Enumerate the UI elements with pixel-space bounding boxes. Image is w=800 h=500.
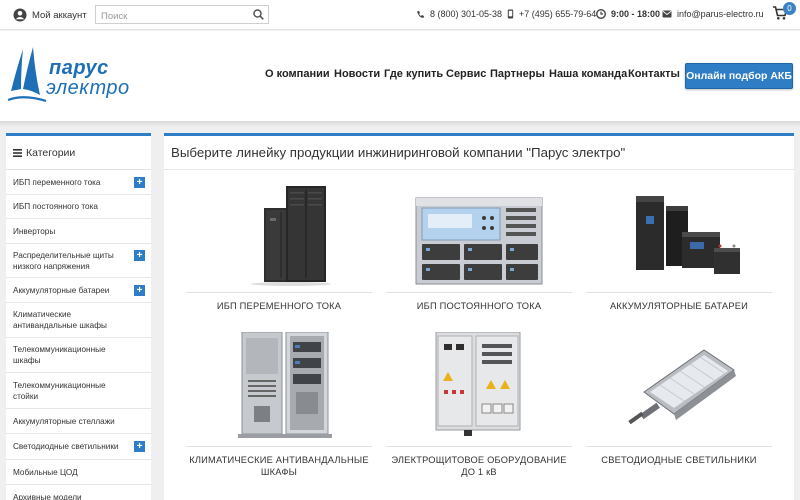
title-divider [164, 169, 794, 170]
tile-divider [586, 292, 772, 293]
clock-icon [596, 9, 606, 19]
nav-where-to-buy[interactable]: Где купить [384, 68, 443, 80]
mobile-phone-icon [507, 9, 514, 19]
sidebar-item-battery-racks[interactable]: Аккумуляторные стеллажи [6, 409, 151, 434]
phone-2[interactable]: +7 (495) 655-79-64 [507, 9, 596, 19]
tile-divider [386, 292, 572, 293]
climate-cabinet-image [238, 332, 332, 438]
nav-about[interactable]: О компании [265, 68, 330, 80]
nav-our-team[interactable]: Наша команда [549, 68, 627, 80]
sidebar-item-switchboards[interactable]: Распределительные щиты низкого напряжени… [6, 244, 151, 278]
ac-ups-cabinet-image [251, 186, 331, 286]
expand-plus-icon[interactable]: + [134, 250, 145, 261]
expand-plus-icon[interactable]: + [134, 176, 145, 188]
top-bar: Мой аккаунт 8 (800) 301-05-38 +7 (495) 6… [0, 0, 800, 30]
cart-button[interactable]: 0 [772, 2, 796, 26]
sidebar-item-batteries[interactable]: Аккумуляторные батареи + [6, 278, 151, 303]
menu-icon [13, 148, 22, 157]
sidebar-item-dc-ups[interactable]: ИБП постоянного тока [6, 195, 151, 219]
tile-divider [586, 446, 772, 447]
email-link[interactable]: info@parus-electro.ru [662, 9, 764, 19]
page-title: Выберите линейку продукции инжинирингово… [171, 145, 626, 160]
search-input[interactable] [96, 8, 246, 25]
product-tile-batteries[interactable]: АККУМУЛЯТОРНЫЕ БАТАРЕИ [586, 178, 772, 318]
batteries-image [636, 196, 740, 274]
mail-icon [662, 10, 672, 18]
main-nav: О компании Новости Где купить Сервис Пар… [0, 68, 800, 84]
sidebar-item-telecom-cabinets[interactable]: Телекоммуникационные шкафы [6, 338, 151, 373]
search-icon[interactable] [253, 9, 264, 20]
tile-divider [186, 292, 372, 293]
sidebar-item-telecom-racks[interactable]: Телекоммуникационные стойки [6, 373, 151, 409]
product-label: ИБП ПЕРЕМЕННОГО ТОКА [216, 301, 342, 311]
phone-1[interactable]: 8 (800) 301-05-38 [416, 9, 502, 19]
categories-header: Категории [6, 136, 151, 170]
sidebar-item-ac-ups[interactable]: ИБП переменного тока + [6, 170, 151, 195]
battery-selection-button[interactable]: Онлайн подбор АКБ [685, 63, 793, 89]
site-header: парус электро О компании Новости Где куп… [0, 31, 800, 121]
account-label: Мой аккаунт [32, 9, 87, 21]
product-label: АККУМУЛЯТОРНЫЕ БАТАРЕИ [609, 301, 749, 311]
nav-service[interactable]: Сервис [446, 68, 486, 80]
sidebar-item-inverters[interactable]: Инверторы [6, 219, 151, 244]
product-lines-panel: Выберите линейку продукции инжинирингово… [164, 133, 794, 500]
sidebar-item-led-lights[interactable]: Светодиодные светильники + [6, 434, 151, 460]
header-shadow [0, 121, 800, 127]
phone-icon [417, 10, 424, 18]
nav-news[interactable]: Новости [334, 68, 380, 80]
categories-title: Категории [26, 146, 76, 159]
nav-contacts[interactable]: Контакты [628, 68, 680, 80]
product-tile-ac-ups[interactable]: ИБП ПЕРЕМЕННОГО ТОКА [186, 178, 372, 318]
user-icon [13, 8, 27, 22]
led-street-light-image [628, 349, 736, 425]
switchboard-image [435, 332, 521, 436]
product-label: ИБП ПОСТОЯННОГО ТОКА [416, 301, 542, 311]
sidebar-item-mobile-dc[interactable]: Мобильные ЦОД [6, 460, 151, 485]
nav-partners[interactable]: Партнеры [490, 68, 545, 80]
sidebar-item-climate-cabinets[interactable]: Климатические антивандальные шкафы [6, 303, 151, 338]
product-tile-switchboards[interactable]: ЭЛЕКТРОЩИТОВОЕ ОБОРУДОВАНИЕ ДО 1 кВ [386, 332, 572, 482]
product-tile-dc-ups[interactable]: ИБП ПОСТОЯННОГО ТОКА [386, 178, 572, 318]
tile-divider [386, 446, 572, 447]
product-tile-led-lights[interactable]: СВЕТОДИОДНЫЕ СВЕТИЛЬНИКИ [586, 332, 772, 482]
account-link[interactable]: Мой аккаунт [13, 8, 87, 22]
tile-divider [186, 446, 372, 447]
product-label: ЭЛЕКТРОЩИТОВОЕ ОБОРУДОВАНИЕ ДО 1 кВ [391, 455, 567, 477]
working-hours: 9:00 - 18:00 [596, 9, 660, 19]
product-label: КЛИМАТИЧЕСКИЕ АНТИВАНДАЛЬНЫЕ ШКАФЫ [189, 455, 369, 477]
search-box [95, 5, 269, 25]
product-tile-climate-cabinets[interactable]: КЛИМАТИЧЕСКИЕ АНТИВАНДАЛЬНЫЕ ШКАФЫ [186, 332, 372, 482]
expand-plus-icon[interactable]: + [134, 284, 145, 296]
categories-sidebar: Категории ИБП переменного тока + ИБП пос… [6, 133, 151, 500]
cart-count-badge: 0 [783, 2, 796, 15]
dc-ups-rack-image [415, 197, 543, 285]
product-label: СВЕТОДИОДНЫЕ СВЕТИЛЬНИКИ [601, 455, 757, 465]
sidebar-item-archive[interactable]: Архивные модели [6, 485, 151, 500]
expand-plus-icon[interactable]: + [134, 441, 145, 452]
